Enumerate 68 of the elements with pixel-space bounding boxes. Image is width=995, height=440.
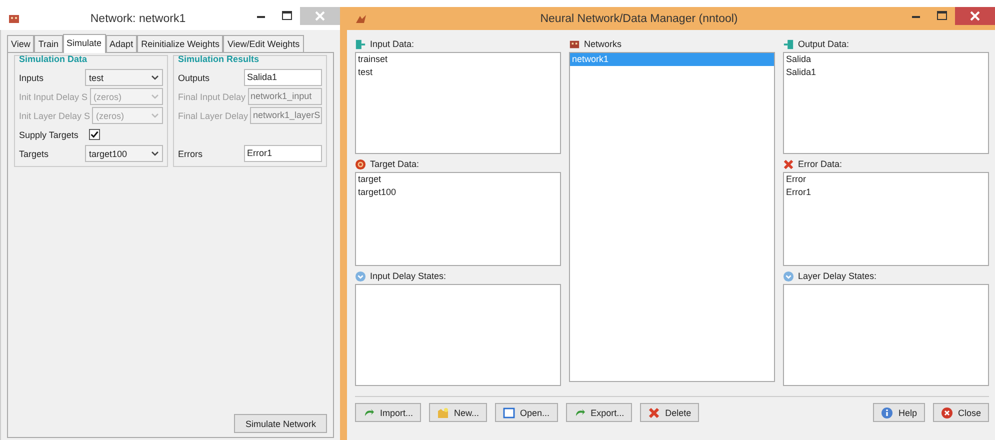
- field-label: Inputs: [19, 72, 45, 82]
- target-icon: [355, 158, 366, 170]
- arrow-icon: [574, 406, 586, 418]
- field-label: Final Input Delay: [178, 92, 246, 102]
- simulate-network-button[interactable]: Simulate Network: [234, 414, 327, 433]
- field-label: Outputs: [178, 72, 211, 82]
- close-button[interactable]: Close: [932, 403, 989, 422]
- chevron-down-icon: [151, 112, 159, 118]
- list-item[interactable]: target100: [356, 186, 560, 199]
- toolbar-button[interactable]: Import...: [355, 403, 422, 422]
- app-icon: [355, 12, 367, 24]
- dropdown[interactable]: test: [85, 69, 163, 86]
- chevron-down-icon: [783, 270, 794, 282]
- tab[interactable]: View/Edit Weights: [223, 35, 304, 52]
- field-label: Errors: [178, 148, 204, 158]
- close-icon: [940, 406, 953, 418]
- toolbar-button[interactable]: Open...: [495, 403, 558, 422]
- list-item[interactable]: target: [356, 173, 560, 186]
- text-field[interactable]: Error1: [244, 145, 322, 162]
- tab[interactable]: Adapt: [106, 35, 138, 52]
- group-title: Simulation Data: [19, 54, 88, 64]
- toolbar-button[interactable]: Export...: [566, 403, 632, 422]
- field-label: Targets: [19, 148, 50, 158]
- toolbar-button[interactable]: New...: [429, 403, 488, 422]
- field-label: Final Layer Delay: [178, 110, 248, 120]
- list-item[interactable]: Error: [784, 173, 988, 186]
- folder-icon: [437, 406, 450, 418]
- list-label: Output Data:: [798, 39, 850, 49]
- list-item[interactable]: Salida: [784, 53, 988, 66]
- field-label: Init Input Delay S: [19, 92, 88, 102]
- checkbox[interactable]: [89, 129, 100, 140]
- list-label: Target Data:: [370, 159, 420, 169]
- output-data-icon: [783, 38, 794, 50]
- input-data-icon: [355, 38, 366, 50]
- network-icon: [569, 38, 580, 50]
- cross-icon: [783, 158, 794, 170]
- window-icon: [503, 406, 516, 418]
- chevron-down-icon: [151, 150, 159, 156]
- list-label: Networks: [584, 39, 622, 49]
- tab[interactable]: View: [7, 35, 34, 52]
- close-icon[interactable]: [955, 7, 995, 25]
- arrow-icon: [363, 406, 375, 418]
- tab[interactable]: Simulate: [62, 34, 106, 53]
- field-label: Init Layer Delay S: [19, 110, 90, 120]
- window-title: Network: network1: [89, 12, 187, 24]
- chevron-down-icon: [151, 74, 159, 80]
- text-field[interactable]: Salida1: [244, 69, 322, 86]
- checkbox-label: Supply Targets: [19, 130, 80, 140]
- chevron-down-icon: [355, 270, 366, 282]
- list-label: Error Data:: [798, 159, 842, 169]
- help-button[interactable]: Help: [873, 403, 925, 422]
- chevron-down-icon: [151, 94, 159, 100]
- list-item[interactable]: test: [356, 66, 560, 79]
- window-title: Neural Network/Data Manager (nntool): [539, 12, 739, 24]
- group-title: Simulation Results: [178, 54, 260, 64]
- tab[interactable]: Train: [34, 35, 63, 52]
- cross-icon: [648, 406, 660, 418]
- tab[interactable]: Reinitialize Weights: [137, 35, 224, 52]
- list-item[interactable]: Error1: [784, 186, 988, 199]
- list-item[interactable]: trainset: [356, 53, 560, 66]
- toolbar-button[interactable]: Delete: [640, 403, 700, 422]
- dropdown[interactable]: target100: [85, 145, 163, 162]
- info-icon: [881, 406, 894, 418]
- list-label: Input Delay States:: [370, 271, 446, 281]
- list-label: Input Data:: [370, 39, 414, 49]
- list-item[interactable]: Salida1: [784, 66, 988, 79]
- list-label: Layer Delay States:: [798, 271, 877, 281]
- network-icon: [8, 12, 20, 24]
